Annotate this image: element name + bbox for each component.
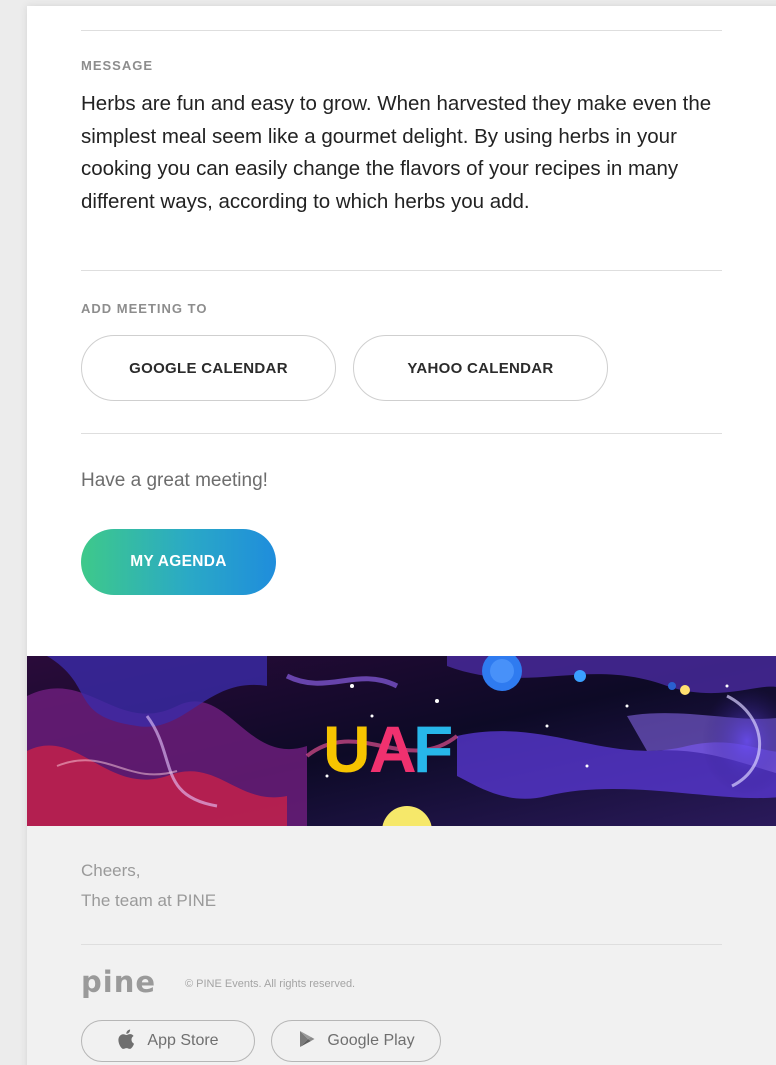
google-calendar-button[interactable]: GOOGLE CALENDAR xyxy=(81,335,336,401)
google-play-button[interactable]: Google Play xyxy=(271,1020,441,1062)
google-play-label: Google Play xyxy=(327,1032,415,1049)
uaf-logo: U A F xyxy=(323,712,453,786)
pine-wordmark: pine xyxy=(81,968,156,999)
add-meeting-label: ADD MEETING TO xyxy=(81,301,208,316)
footer-team: The team at PINE xyxy=(81,891,217,910)
pine-logo-icon: pine xyxy=(81,965,156,999)
message-body: Herbs are fun and easy to grow. When har… xyxy=(81,92,712,213)
greeting-text: Have a great meeting! xyxy=(81,470,268,491)
app-store-label: App Store xyxy=(147,1032,219,1049)
pine-logo: pine xyxy=(81,965,161,1002)
email-footer: Cheers, The team at PINE pine © PINE Eve… xyxy=(27,826,776,1065)
apple-icon xyxy=(117,1028,137,1055)
message-divider xyxy=(81,270,722,271)
my-agenda-button[interactable]: MY AGENDA xyxy=(81,529,276,595)
logo-letter-u: U xyxy=(323,712,371,786)
email-card: MESSAGE Herbs are fun and easy to grow. … xyxy=(27,6,776,1065)
footer-divider xyxy=(81,944,722,945)
banner-artwork: U A F xyxy=(27,656,776,826)
message-label: MESSAGE xyxy=(81,58,154,73)
footer-cheers: Cheers, xyxy=(81,861,141,880)
calendar-divider xyxy=(81,433,722,434)
event-banner: U A F xyxy=(27,656,776,826)
logo-letter-f: F xyxy=(413,712,453,786)
copyright-text: © PINE Events. All rights reserved. xyxy=(185,978,356,990)
top-divider xyxy=(81,30,722,31)
play-icon xyxy=(297,1029,317,1054)
yahoo-calendar-button[interactable]: YAHOO CALENDAR xyxy=(353,335,608,401)
app-store-button[interactable]: App Store xyxy=(81,1020,255,1062)
logo-letter-a: A xyxy=(369,712,417,786)
